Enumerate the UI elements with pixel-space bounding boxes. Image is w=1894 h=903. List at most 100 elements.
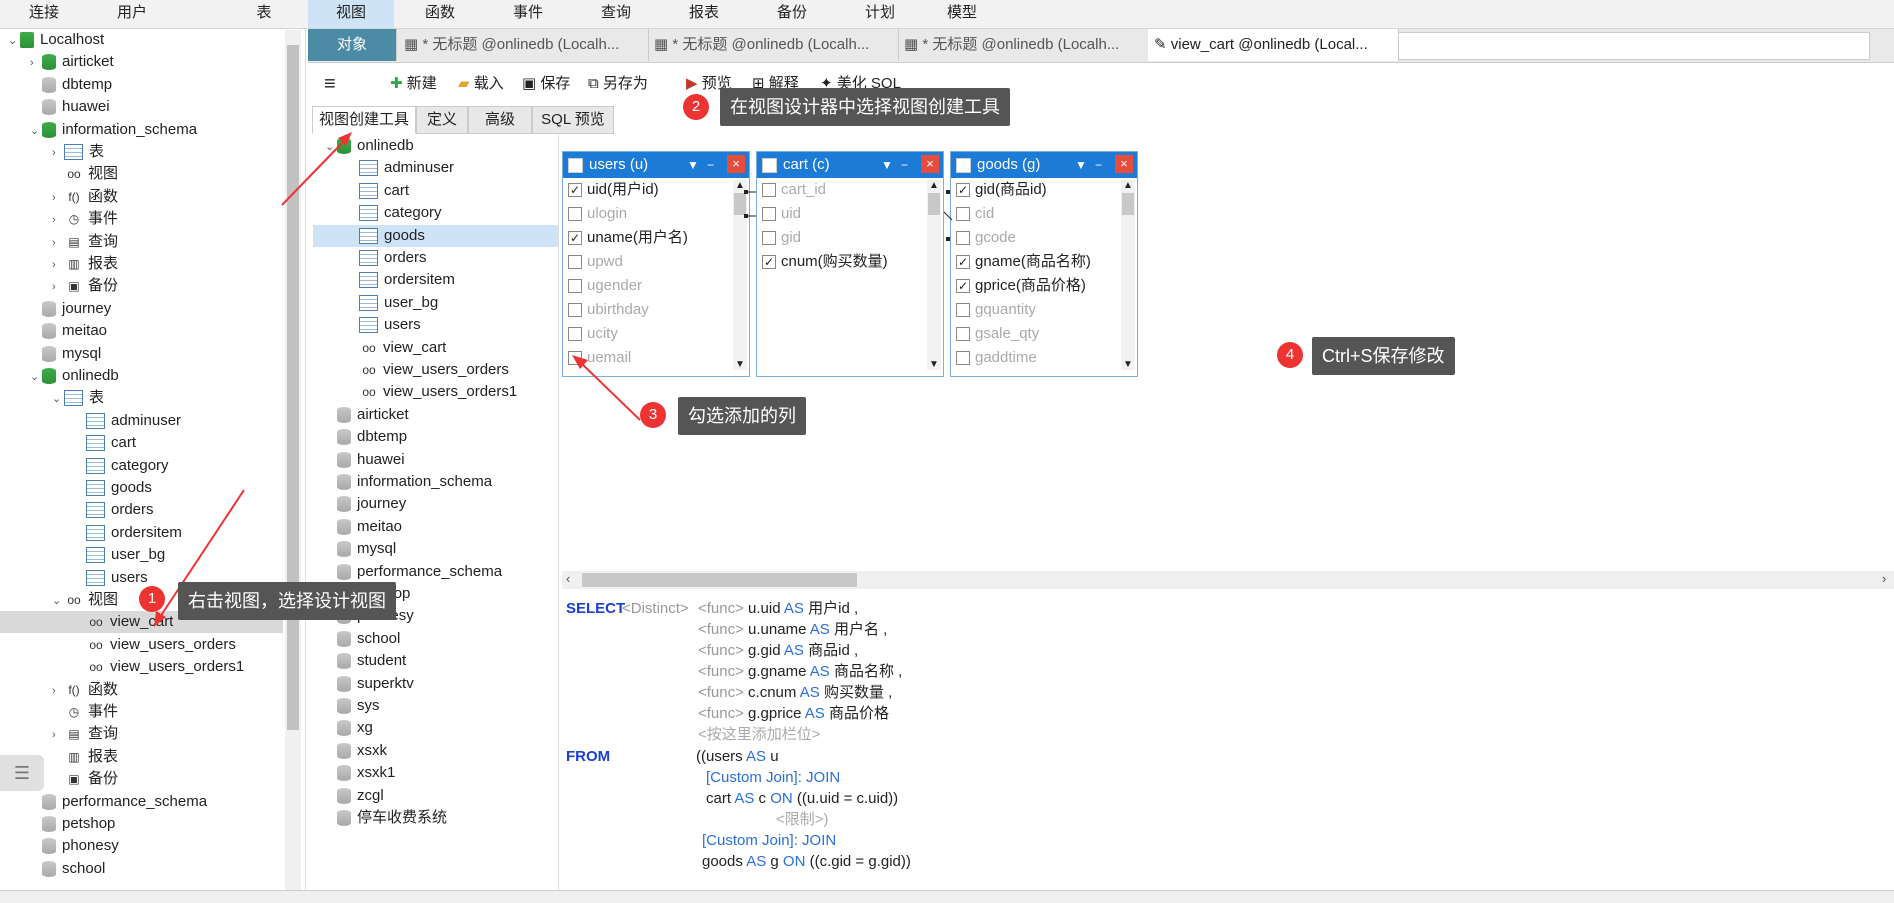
object-tree-item[interactable]: 停车收费系统 (313, 807, 558, 829)
tree-item[interactable]: ⌄ information_schema (0, 119, 283, 141)
close-icon[interactable]: × (1115, 155, 1133, 173)
sql-field-line[interactable]: <func> c.cnum AS 购买数量 , (698, 682, 892, 703)
chevron-down-icon[interactable]: ⌄ (325, 136, 337, 158)
tree-item[interactable]: mysql (0, 343, 283, 365)
tree-item[interactable]: petshop (0, 813, 283, 835)
column-checkbox[interactable] (956, 351, 970, 365)
object-tree-item[interactable]: ⌄ onlinedb (313, 135, 558, 157)
sql-line[interactable]: cart AS c ON ((u.uid = c.uid)) (706, 788, 898, 809)
tab-untitled-2[interactable]: ▦ * 无标题 @onlinedb (Localh... (648, 29, 899, 61)
object-tree-item[interactable]: orders (313, 247, 558, 269)
chevron-right-icon[interactable]: › (52, 254, 64, 276)
close-icon[interactable]: × (727, 155, 745, 173)
chevron-right-icon[interactable]: › (30, 52, 42, 74)
sql-limit-placeholder[interactable]: <限制>) (776, 811, 829, 828)
chevron-down-icon[interactable]: ⌄ (8, 30, 20, 52)
save-button[interactable]: ▣ 保存 (522, 72, 570, 96)
dropdown-icon[interactable]: ▼ (1075, 152, 1087, 178)
tree-item[interactable]: cart (0, 432, 283, 454)
object-tree-item[interactable]: huawei (313, 449, 558, 471)
menu-item[interactable]: 事件 (484, 0, 572, 28)
column-row[interactable]: gcode (951, 226, 1137, 250)
tree-item[interactable]: ◷ 事件 (0, 701, 283, 723)
column-row[interactable]: ✓ uname(用户名) (563, 226, 749, 250)
chevron-right-icon[interactable]: › (52, 276, 64, 298)
column-row[interactable]: ✓ gname(商品名称) (951, 250, 1137, 274)
sql-custom-join[interactable]: [Custom Join]: JOIN (702, 832, 836, 849)
menu-item[interactable]: 表 (220, 0, 308, 28)
object-tree-item[interactable]: information_schema (313, 471, 558, 493)
object-tree-item[interactable]: school (313, 628, 558, 650)
chevron-right-icon[interactable]: › (52, 209, 64, 231)
column-checkbox[interactable] (568, 279, 582, 293)
sql-func-placeholder[interactable]: <func> (698, 642, 744, 659)
menu-item[interactable]: 连接 (0, 0, 88, 28)
chevron-down-icon[interactable]: ⌄ (30, 120, 42, 142)
column-checkbox[interactable]: ✓ (762, 255, 776, 269)
column-checkbox[interactable] (568, 255, 582, 269)
column-checkbox[interactable] (956, 303, 970, 317)
tree-item[interactable]: › ▤ 查询 (0, 231, 283, 253)
sql-func-placeholder[interactable]: <func> (698, 621, 744, 638)
minimize-icon[interactable]: − (1095, 152, 1102, 178)
object-tree-item[interactable]: oo view_users_orders1 (313, 381, 558, 403)
designer-table-header[interactable]: users (u) ▼ − × (563, 152, 749, 178)
tree-item[interactable]: user_bg (0, 544, 283, 566)
sql-field-line[interactable]: <func> u.uid AS 用户id , (698, 598, 858, 619)
column-checkbox[interactable] (568, 351, 582, 365)
column-checkbox[interactable] (568, 303, 582, 317)
select-all-checkbox[interactable] (956, 158, 971, 173)
table-box-scrollbar[interactable]: ▲ ▼ (1121, 180, 1135, 370)
column-checkbox[interactable]: ✓ (956, 255, 970, 269)
tab-objects[interactable]: 对象 (308, 29, 397, 61)
sql-line[interactable]: <限制>) (776, 809, 829, 830)
scroll-left-icon[interactable]: ‹ (566, 571, 570, 586)
sql-custom-join[interactable]: [Custom Join]: JOIN (706, 769, 840, 786)
column-row[interactable]: uemail (563, 346, 749, 370)
column-row[interactable]: ucity (563, 322, 749, 346)
tree-item[interactable]: dbtemp (0, 74, 283, 96)
object-tree-item[interactable]: category (313, 202, 558, 224)
tree-item[interactable]: › f() 函数 (0, 679, 283, 701)
column-checkbox[interactable] (568, 327, 582, 341)
tree-item[interactable]: ⌄ Localhost (0, 29, 283, 51)
sql-distinct-placeholder[interactable]: <Distinct> (622, 600, 689, 617)
column-row[interactable]: ✓ gid(商品id) (951, 178, 1137, 202)
menu-item[interactable]: 备份 (748, 0, 836, 28)
scroll-right-icon[interactable]: › (1882, 571, 1886, 586)
column-row[interactable]: ✓ cnum(购买数量) (757, 250, 943, 274)
designer-table-header[interactable]: cart (c) ▼ − × (757, 152, 943, 178)
sql-field-line[interactable]: <func> g.gname AS 商品名称 , (698, 661, 902, 682)
new-button[interactable]: ✚ 新建 (390, 72, 437, 96)
tree-item[interactable]: meitao (0, 320, 283, 342)
object-tree-item[interactable]: journey (313, 493, 558, 515)
tree-item[interactable]: oo 视图 (0, 163, 283, 185)
select-all-checkbox[interactable] (762, 158, 777, 173)
designer-hscrollbar-thumb[interactable] (582, 573, 857, 587)
menu-item[interactable]: 查询 (572, 0, 660, 28)
sql-add-field-placeholder[interactable]: <按这里添加栏位> (698, 726, 821, 743)
object-tree-item[interactable]: dbtemp (313, 426, 558, 448)
sql-line[interactable]: SELECT (566, 598, 625, 619)
column-checkbox[interactable]: ✓ (956, 279, 970, 293)
column-row[interactable]: ubirthday (563, 298, 749, 322)
subtab-sql-preview[interactable]: SQL 预览 (532, 106, 614, 134)
tab-untitled-1[interactable]: ▦ * 无标题 @onlinedb (Localh... (398, 29, 649, 61)
column-row[interactable]: ugender (563, 274, 749, 298)
tree-item[interactable]: phonesy (0, 835, 283, 857)
object-tree-item[interactable]: adminuser (313, 157, 558, 179)
sql-field-line[interactable]: <func> g.gid AS 商品id , (698, 640, 858, 661)
column-checkbox[interactable]: ✓ (568, 183, 582, 197)
sql-line[interactable]: [Custom Join]: JOIN (702, 830, 836, 851)
scroll-down-icon[interactable]: ▼ (733, 359, 747, 370)
object-tree-item[interactable]: xg (313, 717, 558, 739)
minimize-icon[interactable]: − (901, 152, 908, 178)
sql-editor[interactable]: SELECT <Distinct> <func> u.uid AS 用户id , <f… (562, 598, 1892, 888)
minimize-icon[interactable]: − (707, 152, 714, 178)
designer-table-box[interactable]: goods (g) ▼ − × ✓ gid(商品id) cid gcode ✓ gname(商品名… (950, 151, 1138, 377)
tree-item[interactable]: oo view_users_orders1 (0, 656, 283, 678)
chevron-right-icon[interactable]: › (52, 187, 64, 209)
sql-line[interactable]: goods AS g ON ((c.gid = g.gid)) (702, 851, 911, 872)
tree-item[interactable]: huawei (0, 96, 283, 118)
load-button[interactable]: ▰ 载入 (458, 72, 504, 96)
